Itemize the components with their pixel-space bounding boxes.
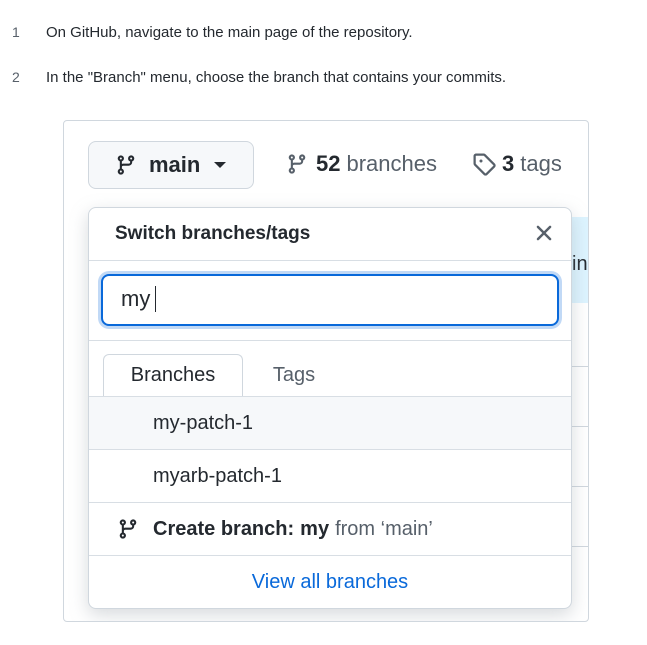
branch-filter-field[interactable] [101, 274, 559, 326]
step-text: On GitHub, navigate to the main page of … [46, 24, 413, 41]
branches-count: 52 [316, 151, 341, 176]
switch-branches-dropdown: Switch branches/tags Branches Tags my-pa… [88, 207, 572, 609]
branch-select-label: main [149, 152, 201, 177]
tab-branches[interactable]: Branches [103, 354, 243, 396]
branch-result-item[interactable]: my-patch-1 [89, 396, 571, 449]
branch-filter-input[interactable] [121, 286, 521, 312]
tab-tags[interactable]: Tags [249, 354, 339, 396]
git-branch-icon [286, 153, 308, 175]
create-branch-item[interactable]: Create branch: my from ‘main’ [89, 502, 571, 555]
view-all-branches-link[interactable]: View all branches [89, 555, 571, 608]
git-branch-icon [115, 154, 137, 176]
step-number: 2 [12, 69, 20, 85]
background-partial-text: in [572, 253, 588, 275]
tags-link[interactable]: 3 tags [472, 151, 562, 177]
create-branch-prefix: Create branch: [153, 517, 295, 540]
divider [89, 340, 571, 341]
branch-name: my-patch-1 [153, 411, 254, 434]
branch-select-button[interactable]: main [88, 141, 254, 189]
branch-name: myarb-patch-1 [153, 464, 282, 487]
branches-label: branches [346, 151, 437, 176]
create-branch-name: my [300, 517, 330, 540]
tags-label: tags [520, 151, 562, 176]
divider [89, 260, 571, 261]
tag-icon [472, 152, 496, 176]
tags-count: 3 [502, 151, 515, 176]
x-icon[interactable] [531, 220, 557, 246]
step-number: 1 [12, 24, 20, 40]
branches-link[interactable]: 52 branches [286, 151, 437, 177]
git-branch-icon [117, 518, 139, 540]
text-cursor [155, 286, 156, 312]
branch-result-item[interactable]: myarb-patch-1 [89, 449, 571, 502]
repository-screenshot: main 52 branches 3 tags in Switch branch… [63, 120, 589, 622]
step-text: In the "Branch" menu, choose the branch … [46, 69, 507, 86]
triangle-down-icon [214, 162, 227, 168]
create-branch-from: from ‘main’ [335, 517, 433, 540]
dropdown-title: Switch branches/tags [115, 223, 311, 244]
